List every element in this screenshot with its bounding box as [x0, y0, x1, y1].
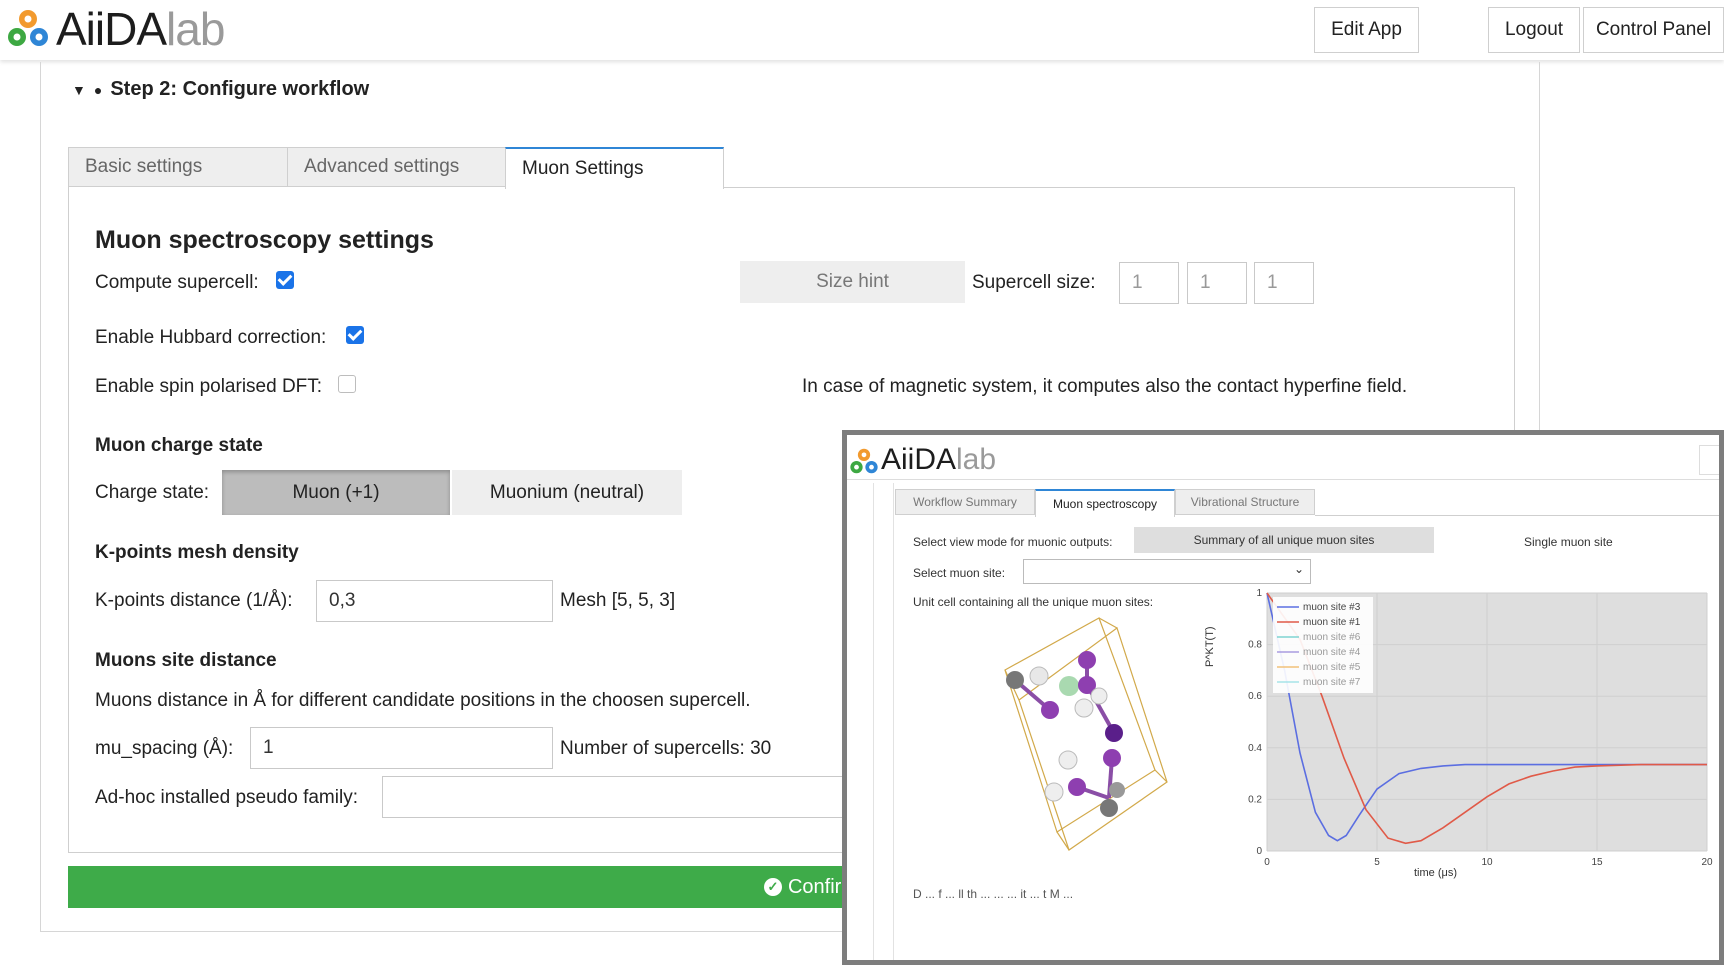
overlay-logo-text: AiiDAlab [881, 443, 996, 477]
y-tick-label: 0.8 [1248, 640, 1262, 651]
polarization-chart: 00.20.40.60.810 5 10 15 20muon site #3muon s… [1248, 588, 1713, 868]
bullet-icon: ● [93, 81, 103, 98]
overlay-left-rule-2 [893, 483, 894, 960]
control-panel-button[interactable]: Control Panel [1583, 7, 1724, 53]
muon-site-select[interactable]: ⌄ [1023, 559, 1311, 584]
pseudo-family-input[interactable] [382, 776, 852, 818]
chevron-down-icon: ⌄ [1293, 562, 1304, 576]
compute-supercell-label: Compute supercell: [95, 272, 259, 293]
check-circle-icon: ✓ [763, 878, 782, 896]
charge-option-muon-label: Muon (+1) [292, 481, 380, 503]
size-hint-button[interactable]: Size hint [740, 261, 965, 303]
tab-workflow-summary[interactable]: Workflow Summary [895, 489, 1035, 515]
num-supercells-text: Number of supercells: 30 [560, 738, 772, 759]
tab-vibrational-structure[interactable]: Vibrational Structure [1175, 489, 1315, 515]
x-tick-label: 20 [1701, 857, 1713, 868]
y-tick-label: 0.2 [1248, 794, 1262, 805]
logo-main: AiiDA [56, 3, 167, 55]
supercell-size-label: Supercell size: [972, 272, 1096, 293]
muon-site-label: Select muon site: [913, 566, 1006, 580]
x-tick-label: 15 [1591, 857, 1603, 868]
overlay-tab-rule [1315, 515, 1719, 516]
legend-label: muon site #6 [1303, 632, 1361, 643]
step-title: Step 2: Configure workflow [110, 78, 370, 100]
y-tick-label: 0.4 [1248, 743, 1262, 754]
hubbard-label: Enable Hubbard correction: [95, 327, 327, 348]
view-mode-label: Select view mode for muonic outputs: [913, 535, 1113, 549]
overlay-header-line [847, 479, 1719, 480]
size-hint-label: Size hint [816, 271, 889, 292]
legend-label: muon site #1 [1303, 617, 1361, 628]
confirm-button[interactable]: ✓ Confirm [68, 866, 858, 908]
supercell-size-z-input[interactable]: 1 [1254, 262, 1314, 304]
section-title: Muon spectroscopy settings [95, 226, 434, 254]
chart-y-label: P^KT(T) [1204, 626, 1216, 667]
logo-suffix: lab [166, 3, 225, 55]
sites-title: Muons site distance [95, 650, 277, 671]
chart-x-label: time (μs) [1414, 867, 1458, 879]
mu-spacing-label: mu_spacing (Å): [95, 738, 234, 759]
step-header[interactable]: ▼ ● Step 2: Configure workflow [72, 78, 369, 101]
charge-state-title: Muon charge state [95, 435, 263, 456]
tab-basic-settings[interactable]: Basic settings [68, 147, 288, 187]
legend-label: muon site #4 [1303, 647, 1361, 658]
pseudo-family-label: Ad-hoc installed pseudo family: [95, 787, 358, 808]
edit-app-button[interactable]: Edit App [1314, 7, 1419, 53]
charge-option-muonium[interactable]: Muonium (neutral) [452, 470, 682, 515]
charge-option-muon[interactable]: Muon (+1) [222, 470, 450, 515]
overlay-logo-main: AiiDA [881, 443, 957, 476]
supercell-size-y-input[interactable]: 1 [1187, 262, 1247, 304]
tab-muon-settings[interactable]: Muon Settings [505, 147, 724, 189]
y-tick-label: 0.6 [1248, 691, 1262, 702]
collapse-caret-icon[interactable]: ▼ [72, 82, 86, 98]
legend-label: muon site #7 [1303, 677, 1361, 688]
atoms [1006, 651, 1125, 817]
view-mode-summary-button[interactable]: Summary of all unique muon sites [1134, 527, 1434, 553]
hubbard-checkbox[interactable] [346, 326, 364, 344]
spin-note: In case of magnetic system, it computes … [802, 376, 1408, 397]
charge-state-label: Charge state: [95, 482, 210, 503]
kpoints-title: K-points mesh density [95, 542, 299, 563]
charge-option-muonium-label: Muonium (neutral) [489, 481, 645, 503]
legend-label: muon site #3 [1303, 602, 1361, 613]
app-logo-text: AiiDAlab [56, 2, 225, 56]
top-bar: AiiDAlab Edit App Logout Control Panel [0, 0, 1724, 60]
view-mode-single-button[interactable]: Single muon site [1524, 535, 1613, 549]
spin-polarised-checkbox[interactable] [338, 375, 356, 393]
logout-button[interactable]: Logout [1488, 7, 1580, 53]
overlay-aiida-logo-icon [849, 447, 879, 475]
unit-cell-label: Unit cell containing all the unique muon… [913, 595, 1154, 609]
overlay-logo-suffix: lab [956, 443, 997, 476]
spin-polarised-label: Enable spin polarised DFT: [95, 376, 323, 397]
compute-supercell-checkbox[interactable] [276, 271, 294, 289]
overlay-corner-button[interactable] [1699, 445, 1719, 475]
y-tick-label: 0 [1256, 846, 1262, 857]
unit-cell-viewer[interactable] [987, 610, 1207, 860]
tab-content-top-border [723, 187, 1515, 188]
view-mode-summary-label: Summary of all unique muon sites [1193, 533, 1375, 547]
sites-description: Muons distance in Å for different candid… [95, 690, 751, 711]
overlay-left-rule [873, 483, 874, 960]
tab-advanced-settings[interactable]: Advanced settings [287, 147, 506, 187]
bottom-truncated-text: D ... f ... ll th ... ... ... it ... t M… [913, 887, 1074, 901]
x-tick-label: 5 [1374, 857, 1380, 868]
kpoints-label: K-points distance (1/Å): [95, 590, 293, 611]
tab-muon-spectroscopy[interactable]: Muon spectroscopy [1035, 489, 1175, 517]
results-overlay: AiiDAlab Workflow Summary Muon spectrosc… [842, 430, 1724, 965]
kpoints-distance-input[interactable]: 0,3 [316, 580, 553, 622]
mesh-text: Mesh [5, 5, 3] [560, 590, 676, 611]
mu-spacing-input[interactable]: 1 [250, 727, 553, 769]
x-tick-label: 10 [1481, 857, 1493, 868]
legend-label: muon site #5 [1303, 662, 1361, 673]
aiida-logo-icon [6, 8, 50, 48]
supercell-size-x-input[interactable]: 1 [1119, 262, 1179, 304]
x-tick-label: 0 [1264, 857, 1270, 868]
y-tick-label: 1 [1256, 588, 1262, 599]
